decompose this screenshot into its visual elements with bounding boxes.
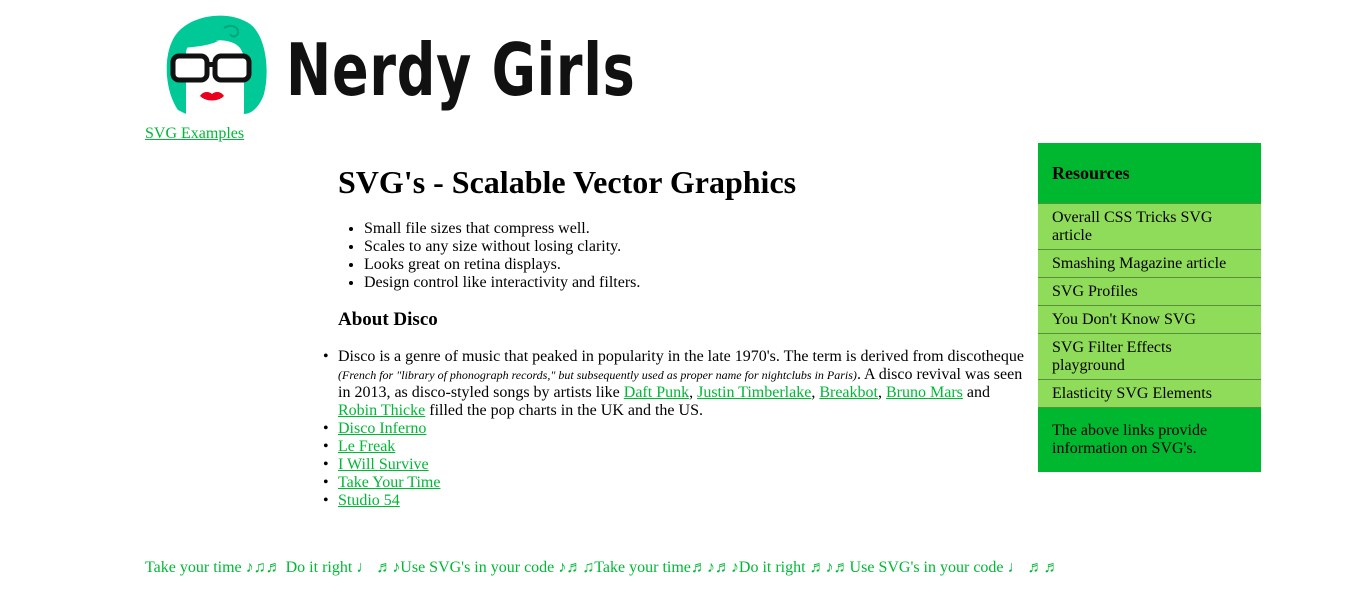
artist-link-robin-thicke[interactable]: Robin Thicke [338, 402, 425, 419]
disco-text: Disco is a genre of music that peaked in… [338, 348, 1024, 365]
song-link-take-your-time[interactable]: Take Your Time [338, 474, 440, 491]
resource-item-you-dont-know-svg[interactable]: You Don't Know SVG [1038, 305, 1261, 333]
feature-item: Looks great on retina displays. [364, 256, 1038, 274]
song-link-i-will-survive[interactable]: I Will Survive [338, 456, 429, 473]
disco-text: filled the pop charts in the UK and the … [425, 402, 703, 419]
song-link-disco-inferno[interactable]: Disco Inferno [338, 420, 426, 437]
feature-item: Design control like interactivity and fi… [364, 274, 1038, 292]
footer-marquee: Take your time ♪♫♬ Do it right ♩ ♬♪Use S… [145, 559, 1060, 576]
artist-link-breakbot[interactable]: Breakbot [819, 384, 878, 401]
feature-item: Scales to any size without losing clarit… [364, 238, 1038, 256]
separator: , [689, 384, 698, 401]
song-link-le-freak[interactable]: Le Freak [338, 438, 395, 455]
artist-link-bruno-mars[interactable]: Bruno Mars [886, 384, 963, 401]
svg-examples-link[interactable]: SVG Examples [145, 124, 244, 144]
disco-etymology: (French for "library of phonograph recor… [338, 368, 857, 382]
nerdy-girl-face-icon [166, 15, 267, 115]
artist-link-daft-punk[interactable]: Daft Punk [624, 384, 689, 401]
song-item: Studio 54 [323, 492, 1028, 510]
separator: , [877, 384, 886, 401]
feature-list: Small file sizes that compress well. Sca… [338, 220, 1038, 292]
section-heading: About Disco [338, 309, 438, 330]
resource-links: Overall CSS Tricks SVG article Smashing … [1038, 203, 1261, 408]
song-item: I Will Survive [323, 456, 1028, 474]
page-title: SVG's - Scalable Vector Graphics [338, 164, 797, 200]
resources-sidebar: Resources Overall CSS Tricks SVG article… [1038, 143, 1261, 472]
disco-description: Disco is a genre of music that peaked in… [323, 348, 1028, 420]
resource-item-elasticity[interactable]: Elasticity SVG Elements [1038, 379, 1261, 408]
site-logo-text: Nerdy Girls [286, 28, 636, 112]
resource-item-svg-profiles[interactable]: SVG Profiles [1038, 277, 1261, 305]
song-item: Take Your Time [323, 474, 1028, 492]
sidebar-note: The above links provide information on S… [1052, 422, 1208, 457]
feature-item: Small file sizes that compress well. [364, 220, 1038, 238]
sidebar-heading: Resources [1052, 163, 1130, 183]
resource-item-filter-playground[interactable]: SVG Filter Effects playground [1038, 333, 1261, 379]
disco-list: Disco is a genre of music that peaked in… [323, 348, 1028, 510]
resource-item-smashing-magazine[interactable]: Smashing Magazine article [1038, 249, 1261, 277]
artist-link-justin-timberlake[interactable]: Justin Timberlake [697, 384, 811, 401]
resource-item-css-tricks[interactable]: Overall CSS Tricks SVG article [1038, 203, 1261, 249]
separator: and [962, 384, 990, 401]
song-link-studio-54[interactable]: Studio 54 [338, 492, 400, 509]
song-item: Disco Inferno [323, 420, 1028, 438]
song-item: Le Freak [323, 438, 1028, 456]
main-content: SVG's - Scalable Vector Graphics Small f… [338, 160, 1038, 332]
